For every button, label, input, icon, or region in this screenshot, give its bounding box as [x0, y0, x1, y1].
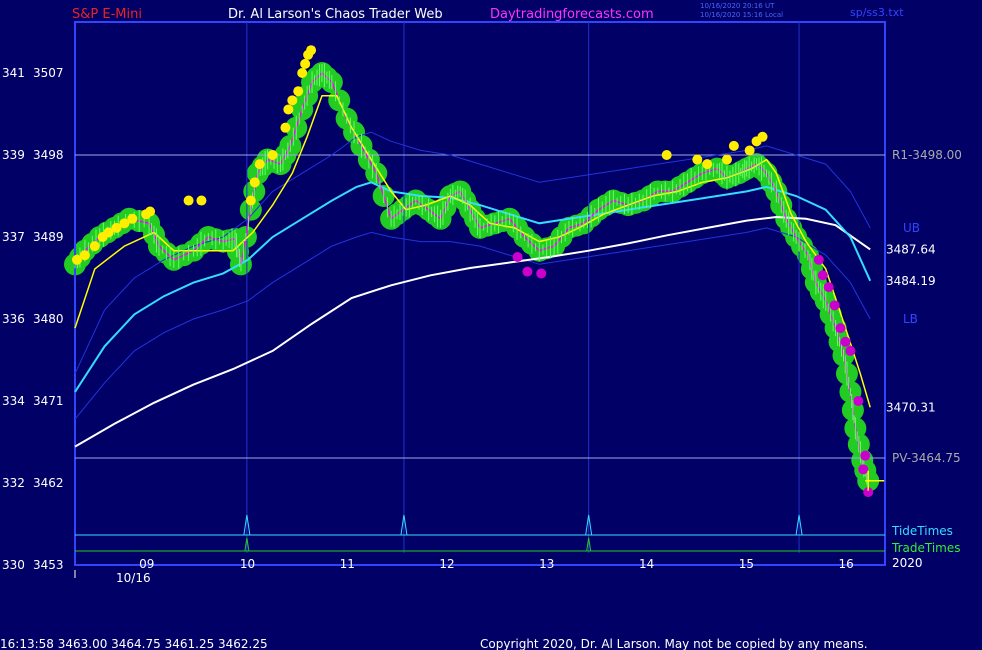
sell-marker: [835, 323, 846, 334]
y-tick-price: 3471: [33, 394, 64, 408]
date-label: 10/16: [116, 571, 151, 585]
buy-marker: [300, 58, 311, 69]
series-layer: [74, 63, 872, 552]
trade-label: TradeTimes: [891, 541, 960, 555]
value-label: 3487.64: [886, 242, 936, 256]
sell-marker: [522, 266, 533, 277]
buy-marker: [254, 159, 265, 170]
y-tick-price: 3462: [33, 476, 64, 490]
energy-layer: [64, 62, 880, 492]
y-tick-left: 330: [2, 558, 25, 572]
buy-marker: [297, 68, 308, 78]
label-layer: R1-3498.00 PV-3464.75 UB LB 341 3507 339 3498 33…: [2, 66, 962, 585]
sell-marker: [829, 300, 840, 311]
sell-marker: [823, 282, 834, 293]
symbol-label: S&P E-Mini: [72, 7, 142, 22]
buy-marker: [249, 177, 260, 188]
buy-marker: [661, 150, 672, 160]
data-filename: sp/ss3.txt: [850, 6, 904, 19]
buy-marker: [283, 104, 294, 115]
sell-marker: [845, 345, 856, 356]
buy-marker: [702, 159, 713, 170]
buy-marker: [692, 154, 703, 165]
band-label: UB: [903, 221, 920, 235]
level-label: PV-3464.75: [892, 451, 961, 465]
local-timestamp: 10/16/2020 15:16 Local: [700, 11, 783, 19]
x-tick-label: 12: [439, 557, 454, 571]
buy-marker: [79, 250, 90, 261]
x-tick-label: 09: [139, 557, 154, 571]
marker-layer: [71, 45, 885, 498]
y-tick-price: 3453: [33, 558, 64, 572]
series-price: [74, 71, 869, 481]
y-tick-price: 3480: [33, 312, 64, 326]
buy-marker: [306, 45, 317, 56]
x-tick-label: 13: [539, 557, 554, 571]
buy-marker: [89, 241, 100, 252]
band-label: LB: [903, 312, 918, 326]
value-label: 3484.19: [886, 274, 936, 288]
y-tick-left: 339: [2, 148, 25, 162]
last-quote: 16:13:58 3463.00 3464.75 3461.25 3462.25: [0, 637, 268, 650]
y-tick-left: 341: [2, 66, 25, 80]
buy-marker: [287, 95, 298, 106]
chart-canvas: R1-3498.00 PV-3464.75 UB LB 341 3507 339 3498 33…: [0, 2, 962, 650]
y-tick-left: 337: [2, 230, 25, 244]
buy-marker: [145, 206, 156, 217]
buy-marker: [728, 140, 739, 151]
sell-marker: [536, 268, 547, 279]
value-label: 3470.31: [886, 400, 936, 414]
x-tick-label: 11: [340, 557, 355, 571]
sell-marker: [853, 396, 864, 406]
y-tick-price: 3507: [33, 66, 64, 80]
ut-timestamp: 10/16/2020 20:16 UT: [700, 2, 775, 10]
y-tick-left: 336: [2, 312, 25, 326]
site-url[interactable]: Daytradingforecasts.com: [490, 7, 654, 22]
sell-marker: [840, 336, 851, 347]
year-label: 2020: [892, 556, 923, 570]
y-tick-left: 332: [2, 476, 25, 490]
buy-marker: [744, 145, 755, 156]
copyright-notice: Copyright 2020, Dr. Al Larson. May not b…: [480, 637, 868, 650]
y-tick-price: 3498: [33, 148, 64, 162]
buy-marker: [757, 131, 768, 142]
sell-marker: [813, 254, 824, 265]
buy-marker: [196, 195, 207, 206]
buy-marker: [280, 122, 291, 133]
buy-marker: [183, 195, 194, 206]
sell-marker: [512, 252, 523, 263]
sell-marker: [858, 464, 869, 475]
buy-marker: [127, 213, 138, 224]
y-tick-left: 334: [2, 394, 25, 408]
buy-marker: [721, 154, 732, 165]
sell-marker: [817, 270, 828, 281]
x-tick-label: 10: [240, 557, 255, 571]
grid-layer: [74, 21, 886, 578]
buy-marker: [245, 195, 256, 206]
x-tick-label: 14: [639, 557, 654, 571]
x-tick-label: 15: [739, 557, 754, 571]
level-label: R1-3498.00: [892, 148, 962, 162]
tide-label: TideTimes: [891, 524, 953, 538]
plot-frame: [74, 21, 886, 566]
site-title: Dr. Al Larson's Chaos Trader Web: [228, 7, 443, 22]
y-tick-price: 3489: [33, 230, 64, 244]
buy-marker: [267, 150, 278, 160]
x-tick-label: 16: [838, 557, 853, 571]
sell-marker: [860, 450, 871, 461]
buy-marker: [293, 86, 304, 97]
